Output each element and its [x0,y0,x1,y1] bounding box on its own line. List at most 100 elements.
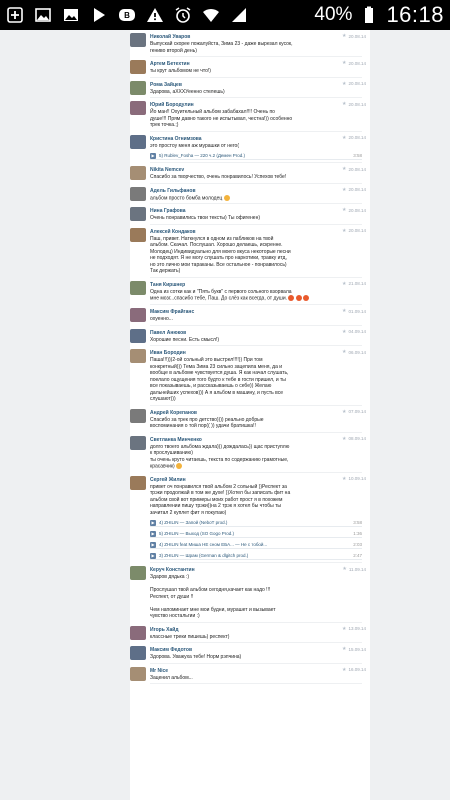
play-icon[interactable]: ▶ [150,541,156,548]
date-text: 20.08.14 [348,187,366,192]
like-icon[interactable]: ★ [342,81,346,87]
comment-date: ★ 01.09.14 [342,308,366,314]
date-text: 07.09.14 [348,409,366,415]
avatar[interactable] [130,227,146,242]
comment-text: классные треки пишешь) респект) [150,634,362,641]
avatar[interactable] [130,646,146,661]
like-icon[interactable]: ★ [342,187,346,193]
like-icon[interactable]: ★ [342,308,346,314]
avatar[interactable] [130,101,146,115]
comment-text: Здорова. Уважуха тебе! Норм рэпчина) [150,654,362,661]
comment-body: Здаров дядька :) Прослушал твой альбом с… [150,574,276,620]
like-icon[interactable]: ★ [342,281,346,287]
audio-track[interactable]: ▶ 4) ZHILIN — Запой (NeboT prod.) 3:58 [150,519,362,528]
avatar[interactable] [130,625,146,640]
track-title: 5) ZHILIN — Выход (SO Gogo Prod.) [159,531,234,537]
date-text: 08.09.14 [348,436,366,442]
comment-body: Выпускай скорее пожалуйста, Зима 23 - да… [150,41,293,54]
avatar[interactable] [130,60,146,74]
comment-author[interactable]: Рома Зайцев [150,82,362,89]
avatar[interactable] [130,207,146,222]
avatar[interactable] [130,186,146,201]
avatar[interactable] [130,435,146,450]
comment-author[interactable]: Максим Фрайганс [150,309,362,316]
comment-author[interactable]: Нина Графова [150,208,362,215]
like-icon[interactable]: ★ [342,667,346,673]
status-right: 40% 16:18 [314,2,444,28]
comment-author[interactable]: Mr Nice [150,668,362,675]
avatar[interactable] [130,166,146,180]
play-icon[interactable]: ▶ [150,152,156,159]
avatar[interactable] [130,475,146,490]
comment-author[interactable]: Керуч Константин [150,567,362,574]
divider [150,683,362,685]
emoji-icon [176,463,183,470]
avatar[interactable] [130,308,146,323]
like-icon[interactable]: ★ [342,60,346,66]
comment-author[interactable]: Николай Уваров [150,34,362,41]
comment-date: ★ 20.08.14 [342,135,366,141]
emoji-icon [295,295,302,302]
svg-text:B: B [124,11,130,20]
avatar[interactable] [130,33,146,47]
like-icon[interactable]: ★ [342,228,346,234]
like-icon[interactable]: ★ [342,566,346,572]
like-icon[interactable]: ★ [342,135,346,141]
like-icon[interactable]: ★ [342,349,346,355]
comment-author[interactable]: Адель Гильфанов [150,188,362,195]
avatar[interactable] [130,328,146,343]
track-duration: 1:36 [353,531,362,537]
comment-text: Паш, привет. Наткнулся в одном из паблик… [150,236,362,275]
comment-body: Здорова. Уважуха тебе! Норм рэпчина) [150,654,242,661]
date-text: 20.08.14 [348,207,366,213]
like-icon[interactable]: ★ [342,409,346,415]
comment-text: ты крут альбомом не что!) [150,68,362,75]
play-icon[interactable]: ▶ [150,552,156,559]
date-text: 11.09.14 [348,566,366,572]
comment-author[interactable]: Павел Анюков [150,330,362,337]
comment-author[interactable]: Игорь Хайд [150,627,362,634]
comment-author[interactable]: Кристина Огнимзова [150,136,362,143]
like-icon[interactable]: ★ [342,436,346,442]
track-duration: 3:58 [353,153,362,158]
audio-track[interactable]: ▶ 3) ZHILIN — Шрам (German & dlgitch prod… [150,552,362,561]
avatar[interactable] [130,134,146,149]
play-icon[interactable]: ▶ [150,519,156,526]
comment-date: ★ 20.08.14 [342,228,366,234]
audio-track[interactable]: ▶ 5) Rublev_Fosha — 220 ч.2 (Демен Prod.)… [150,152,362,160]
comment-date: ★ 20.08.14 [342,187,366,193]
comment-author[interactable]: Андрей Корепанов [150,410,362,417]
audio-track[interactable]: ▶ 4) ZHILIN feat Миша НЕ сном ЕБА... — Не… [150,541,362,550]
like-icon[interactable]: ★ [342,329,346,335]
comment-author[interactable]: Юрий Бородулин [150,102,362,109]
avatar[interactable] [130,566,146,581]
comment-item: Рома Зайцев ★ 20.08.14 Здарова, аХХХУеенно … [130,78,370,98]
date-text: 21.08.14 [348,281,366,287]
date-text: 10.09.14 [348,476,366,482]
comments-page: Николай Уваров ★ 20.08.14 Выпускай скорее п… [130,30,370,800]
avatar[interactable] [130,666,146,681]
comment-item: Максим Фрайганс ★ 01.09.14 охуенно... [130,305,370,326]
like-icon[interactable]: ★ [342,166,346,172]
like-icon[interactable]: ★ [342,207,346,213]
avatar[interactable] [130,349,146,364]
comment-date: ★ 20.08.14 [342,81,366,87]
like-icon[interactable]: ★ [342,476,346,482]
like-icon[interactable]: ★ [342,101,346,107]
play-icon[interactable]: ▶ [150,530,156,537]
comment-author[interactable]: Nikita Nemcev [150,167,362,174]
avatar[interactable] [130,408,146,423]
like-icon[interactable]: ★ [342,646,346,652]
comment-author[interactable]: Максим Федотов [150,647,362,654]
comment-author[interactable]: Сергей Жилин [150,477,362,484]
comment-author[interactable]: Таня Киршнер [150,282,362,289]
audio-track[interactable]: ▶ 5) ZHILIN — Выход (SO Gogo Prod.) 1:36 [150,530,362,539]
avatar[interactable] [130,280,146,295]
comment-author[interactable]: Артем Бетехтин [150,61,362,68]
like-icon[interactable]: ★ [342,33,346,39]
like-icon[interactable]: ★ [342,626,346,632]
comment-author[interactable]: Светланка Минченко [150,437,362,444]
comment-date: ★ 13.09.14 [342,626,366,632]
avatar[interactable] [130,80,146,95]
comment-author[interactable]: Алексей Кондаков [150,229,362,236]
